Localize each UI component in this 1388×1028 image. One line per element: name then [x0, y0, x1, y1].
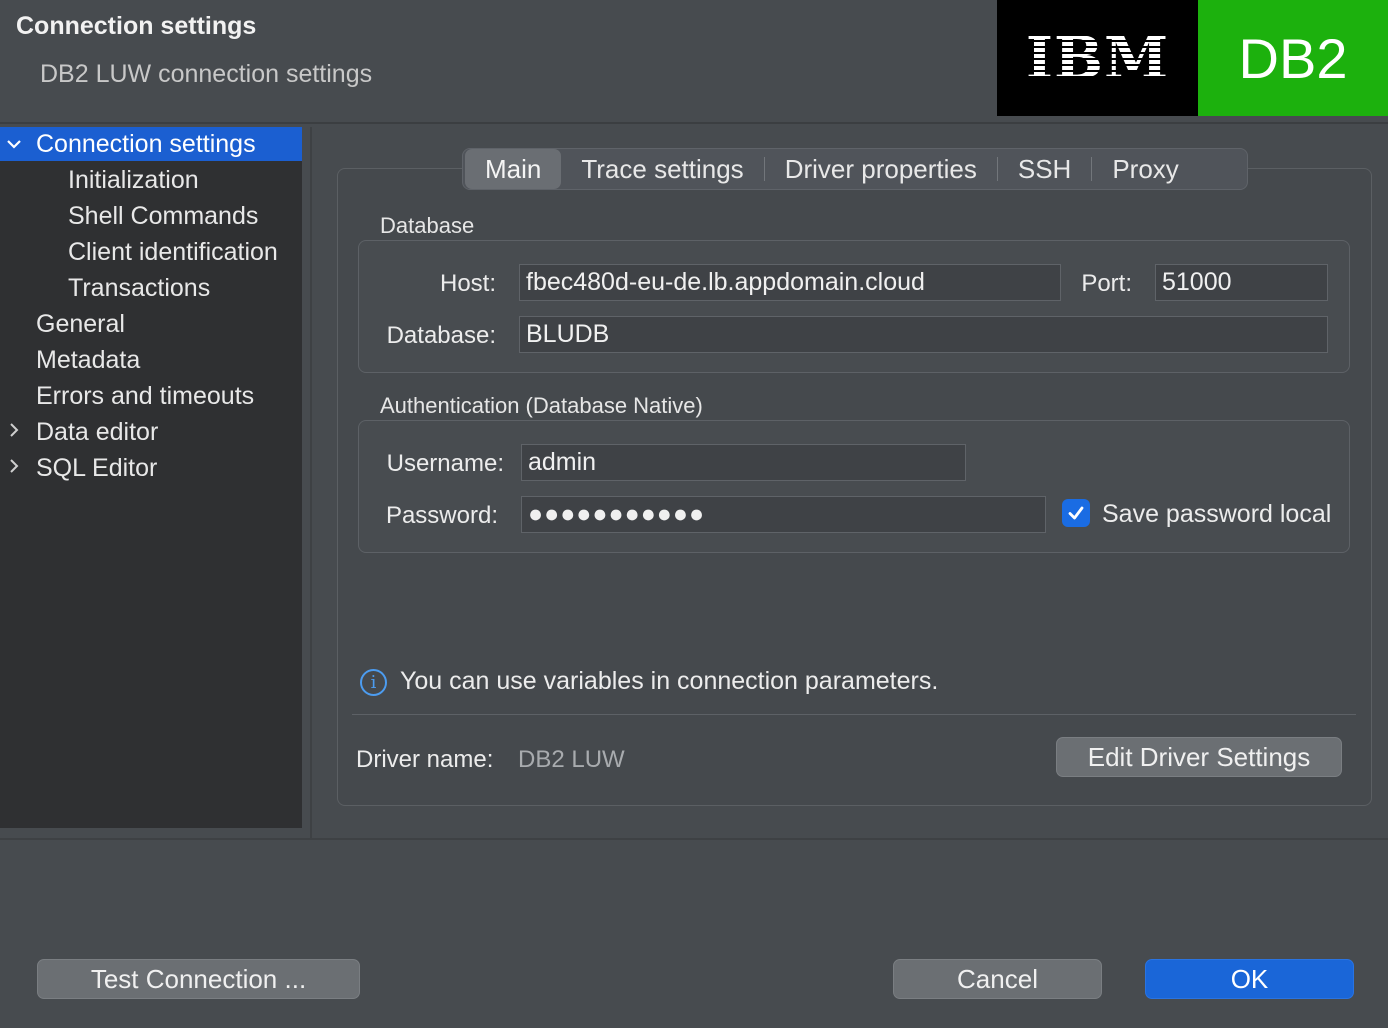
tab-trace-settings[interactable]: Trace settings	[561, 149, 763, 189]
ok-button[interactable]: OK	[1145, 959, 1354, 999]
database-group-label: Database	[380, 213, 475, 238]
footer-divider	[0, 838, 1388, 840]
checkmark-icon	[1068, 506, 1084, 520]
host-label: Host:	[439, 270, 496, 297]
port-label: Port:	[1081, 270, 1132, 297]
test-connection-button[interactable]: Test Connection ...	[37, 959, 360, 999]
tree-item-sql-editor[interactable]: SQL Editor	[0, 451, 302, 485]
tree-item-data-editor[interactable]: Data editor	[0, 415, 302, 449]
tree-item-client-identification[interactable]: Client identification	[0, 235, 302, 269]
chevron-right-icon[interactable]	[4, 451, 24, 485]
host-input[interactable]: fbec480d-eu-de.lb.appdomain.cloud	[519, 264, 1061, 301]
db2-logo-text: DB2	[1238, 26, 1348, 90]
tree-item-metadata[interactable]: Metadata	[0, 343, 302, 377]
tree-item-initialization[interactable]: Initialization	[0, 163, 302, 197]
chevron-down-icon[interactable]	[4, 127, 24, 161]
tree-item-connection-settings[interactable]: Connection settings	[0, 127, 302, 161]
username-input[interactable]: admin	[521, 444, 966, 481]
dialog-header: Connection settings DB2 LUW connection s…	[0, 0, 1388, 122]
connection-settings-dialog: Connection settings DB2 LUW connection s…	[0, 0, 1388, 1028]
cancel-button[interactable]: Cancel	[893, 959, 1102, 999]
save-password-label[interactable]: Save password locally	[1102, 500, 1330, 529]
split-divider[interactable]	[310, 127, 312, 838]
username-label: Username:	[386, 450, 504, 477]
password-input[interactable]: ●●●●●●●●●●●	[521, 496, 1046, 533]
driver-name-value: DB2 LUW	[518, 746, 625, 773]
tree-item-label: Metadata	[36, 346, 141, 374]
chevron-right-icon[interactable]	[4, 415, 24, 449]
tree-item-label: Client identification	[68, 238, 278, 266]
section-divider	[352, 714, 1356, 715]
ibm-logo: IBM	[997, 0, 1198, 116]
tree-item-errors-and-timeouts[interactable]: Errors and timeouts	[0, 379, 302, 413]
auth-group	[358, 420, 1350, 553]
header-divider	[0, 122, 1388, 124]
info-icon: i	[360, 669, 387, 696]
tree-item-label: SQL Editor	[36, 454, 158, 482]
database-group	[358, 240, 1350, 373]
tab-ssh[interactable]: SSH	[998, 149, 1091, 189]
tree-item-label: Shell Commands	[68, 202, 259, 230]
page-title: Connection settings	[16, 12, 257, 40]
ibm-logo-text: IBM	[1025, 24, 1170, 92]
database-label: Database:	[386, 322, 496, 349]
tree-item-label: Connection settings	[36, 130, 256, 158]
driver-name-label: Driver name:	[356, 746, 494, 773]
tab-main[interactable]: Main	[465, 149, 562, 189]
tree-item-label: Initialization	[68, 166, 199, 194]
tree-item-label: Transactions	[68, 274, 211, 302]
tree-item-label: General	[36, 310, 125, 338]
edit-driver-settings-button[interactable]: Edit Driver Settings	[1056, 737, 1342, 777]
page-subtitle: DB2 LUW connection settings	[40, 60, 373, 88]
tree-item-general[interactable]: General	[0, 307, 302, 341]
auth-group-label: Authentication (Database Native)	[380, 393, 703, 418]
variables-info-text: You can use variables in connection para…	[400, 667, 939, 695]
tree-item-label: Errors and timeouts	[36, 382, 255, 410]
settings-tree: Connection settings Initialization Shell…	[0, 127, 302, 828]
save-password-checkbox[interactable]	[1062, 499, 1090, 527]
port-input[interactable]: 51000	[1155, 264, 1328, 301]
tab-bar: Main Trace settings Driver properties SS…	[462, 148, 1248, 190]
tree-item-transactions[interactable]: Transactions	[0, 271, 302, 305]
db2-logo: DB2	[1198, 0, 1388, 116]
database-input[interactable]: BLUDB	[519, 316, 1328, 353]
tree-item-label: Data editor	[36, 418, 159, 446]
password-label: Password:	[385, 502, 498, 529]
tab-proxy[interactable]: Proxy	[1092, 149, 1198, 189]
tab-driver-properties[interactable]: Driver properties	[765, 149, 997, 189]
tree-item-shell-commands[interactable]: Shell Commands	[0, 199, 302, 233]
